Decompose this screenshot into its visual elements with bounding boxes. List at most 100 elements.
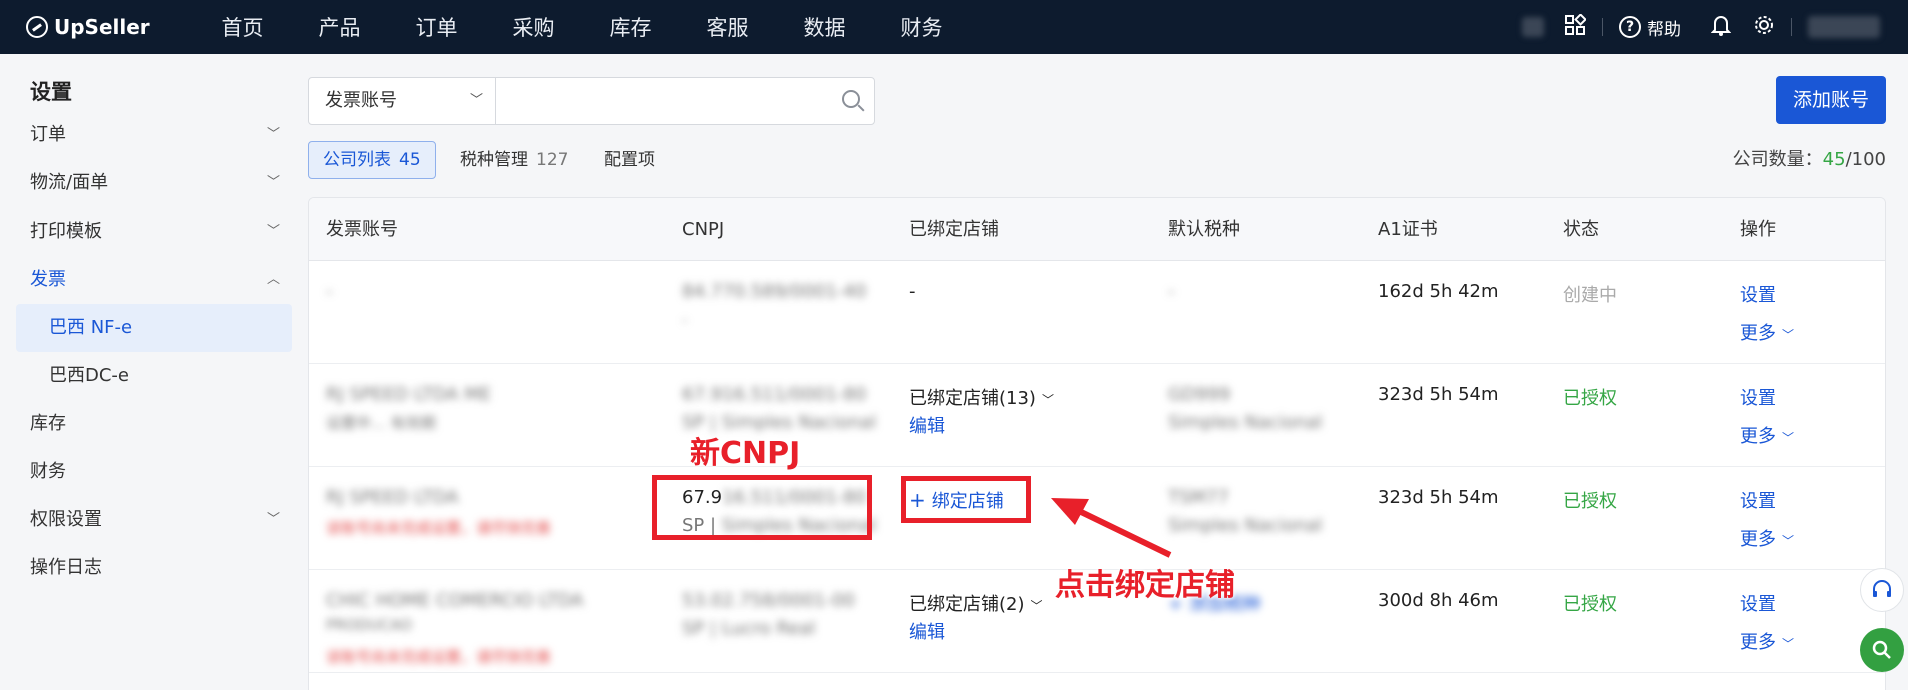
search-assistant-icon[interactable] xyxy=(1860,628,1904,672)
tab-count: 45 xyxy=(399,150,421,170)
sidebar-item-operation-log[interactable]: 操作日志 xyxy=(16,544,292,592)
apps-grid-icon[interactable] xyxy=(1564,13,1587,40)
settings-sidebar: 设置 订单 ﹀ 物流/面单 ﹀ 打印模板 ﹀ 发票 ︿ 巴西 NF-e 巴西DC-e 库… xyxy=(0,54,300,690)
col-header-actions: 操作 xyxy=(1740,219,1776,240)
more-label: 更多 xyxy=(1740,529,1776,550)
chevron-down-icon: ﹀ xyxy=(1782,637,1795,651)
company-table: 发票账号 CNPJ 已绑定店铺 默认税种 A1证书 状态 操作 - 84.770… xyxy=(308,197,1886,690)
table-row: RJ SPEED LTDA ME 设置中… 有效期 67.916.511/000… xyxy=(309,364,1885,467)
company-count-label: 公司数量： xyxy=(1732,149,1823,170)
nav-products[interactable]: 产品 xyxy=(291,12,388,42)
bound-stores-dropdown[interactable]: 已绑定店铺(2) ﹀ xyxy=(909,590,1043,616)
table-row: - 84.770.589/0001-40 - - - 162d 5h 42m 创… xyxy=(309,261,1885,364)
nav-inventory[interactable]: 库存 xyxy=(582,12,679,42)
status-badge: 已授权 xyxy=(1563,388,1617,409)
tab-label: 配置项 xyxy=(604,150,655,170)
annotation-click-bind: 点击绑定店铺 xyxy=(1055,568,1235,603)
settings-link[interactable]: 设置 xyxy=(1740,487,1776,513)
account-warning: 该账号尚未完成设置，请尽快完善 xyxy=(326,648,552,666)
settings-link[interactable]: 设置 xyxy=(1740,281,1776,307)
a1-cert-remaining: 300d 8h 46m xyxy=(1378,590,1499,611)
nav-finance[interactable]: 财务 xyxy=(873,12,970,42)
account-sub: PRODUCAO xyxy=(326,616,413,634)
blurred-icon[interactable] xyxy=(1522,17,1544,37)
nav-orders[interactable]: 订单 xyxy=(388,12,485,42)
more-menu[interactable]: 更多 ﹀ xyxy=(1740,628,1794,654)
chevron-up-icon: ︿ xyxy=(266,272,280,287)
cnpj-value: 84.770.589/0001-40 xyxy=(682,281,867,302)
tab-label: 公司列表 xyxy=(323,150,391,170)
account-name: RJ SPEED LTDA xyxy=(326,487,459,508)
sidebar-item-print-templates[interactable]: 打印模板 ﹀ xyxy=(16,208,292,256)
company-count: 公司数量：45/100 xyxy=(1733,141,1886,179)
annotation-new-cnpj: 新CNPJ xyxy=(690,436,801,471)
settings-link[interactable]: 设置 xyxy=(1740,590,1776,616)
account-name: CHIC HOME COMERCIO LTDA xyxy=(326,590,584,611)
tab-label: 税种管理 xyxy=(460,150,528,170)
edit-stores-link[interactable]: 编辑 xyxy=(909,618,945,644)
cnpj-region: - xyxy=(682,311,688,329)
cnpj-region: SP | Lucro Real xyxy=(682,618,816,639)
annotation-arrow-icon xyxy=(1051,498,1172,558)
upseller-logo[interactable]: UpSeller xyxy=(26,15,176,39)
col-header-status: 状态 xyxy=(1563,219,1599,240)
sidebar-item-invoice[interactable]: 发票 ︿ xyxy=(16,256,292,304)
sidebar-item-label: 发票 xyxy=(30,269,66,290)
company-count-current: 45 xyxy=(1822,149,1846,170)
search-icon[interactable] xyxy=(842,90,860,108)
sidebar-item-brazil-dce[interactable]: 巴西DC-e xyxy=(16,352,292,400)
tax-regime: Simples Nacional xyxy=(1168,412,1323,433)
tab-config[interactable]: 配置项 xyxy=(604,141,655,179)
cnpj-value: 53.02.758/0001-00 xyxy=(682,590,855,611)
search-box xyxy=(495,77,875,125)
user-account-menu[interactable] xyxy=(1808,16,1880,38)
sidebar-item-label: 库存 xyxy=(30,413,66,434)
sidebar-item-label: 操作日志 xyxy=(30,557,102,578)
search-field-select[interactable]: 发票账号 ﹀ xyxy=(308,77,496,125)
more-menu[interactable]: 更多 ﹀ xyxy=(1740,319,1794,345)
sidebar-item-orders[interactable]: 订单 ﹀ xyxy=(16,111,292,159)
chevron-down-icon: ﹀ xyxy=(1782,534,1795,548)
sidebar-item-finance[interactable]: 财务 xyxy=(16,448,292,496)
cnpj-visible: 53.0 xyxy=(682,590,723,611)
bound-stores-dropdown[interactable]: 已绑定店铺(13) ﹀ xyxy=(909,384,1054,410)
sidebar-item-logistics[interactable]: 物流/面单 ﹀ xyxy=(16,159,292,207)
bound-stores-label: 已绑定店铺(13) xyxy=(909,388,1036,409)
more-menu[interactable]: 更多 ﹀ xyxy=(1740,525,1794,551)
col-header-bound-stores: 已绑定店铺 xyxy=(909,219,999,240)
gear-icon[interactable] xyxy=(1753,14,1775,40)
nav-purchase[interactable]: 采购 xyxy=(485,12,582,42)
settings-link[interactable]: 设置 xyxy=(1740,384,1776,410)
sidebar-item-inventory[interactable]: 库存 xyxy=(16,400,292,448)
logo-text: UpSeller xyxy=(54,15,150,39)
a1-cert-remaining: 323d 5h 54m xyxy=(1378,384,1499,405)
add-account-button[interactable]: 添加账号 xyxy=(1776,76,1886,124)
search-input[interactable] xyxy=(506,78,806,122)
nav-data[interactable]: 数据 xyxy=(776,12,873,42)
top-right-tools: ? 帮助 xyxy=(1522,0,1908,54)
tab-tax-management[interactable]: 税种管理 127 xyxy=(460,141,568,179)
a1-cert-remaining: 162d 5h 42m xyxy=(1378,281,1499,302)
help-button[interactable]: ? 帮助 xyxy=(1619,15,1681,40)
divider xyxy=(1791,18,1792,36)
chevron-down-icon: ﹀ xyxy=(1782,328,1795,342)
bell-icon[interactable] xyxy=(1710,14,1732,40)
sidebar-item-brazil-nfe[interactable]: 巴西 NF-e xyxy=(16,304,292,352)
account-name: RJ SPEED LTDA ME xyxy=(326,384,492,405)
select-value: 发票账号 xyxy=(325,90,397,111)
edit-stores-link[interactable]: 编辑 xyxy=(909,412,945,438)
tab-company-list[interactable]: 公司列表 45 xyxy=(308,141,436,179)
more-menu[interactable]: 更多 ﹀ xyxy=(1740,422,1794,448)
sidebar-item-permissions[interactable]: 权限设置 ﹀ xyxy=(16,496,292,544)
customer-support-headset-icon[interactable] xyxy=(1860,568,1904,612)
more-label: 更多 xyxy=(1740,426,1776,447)
status-badge: 创建中 xyxy=(1563,285,1617,306)
nav-customer-service[interactable]: 客服 xyxy=(679,12,776,42)
annotation-cnpj-box xyxy=(652,475,872,540)
cnpj-hidden: 2.758/0001-00 xyxy=(722,590,855,611)
more-label: 更多 xyxy=(1740,632,1776,653)
company-count-total: /100 xyxy=(1845,149,1886,170)
tab-count: 127 xyxy=(536,150,569,170)
nav-home[interactable]: 首页 xyxy=(194,12,291,42)
default-tax: TSM77 xyxy=(1168,487,1229,508)
